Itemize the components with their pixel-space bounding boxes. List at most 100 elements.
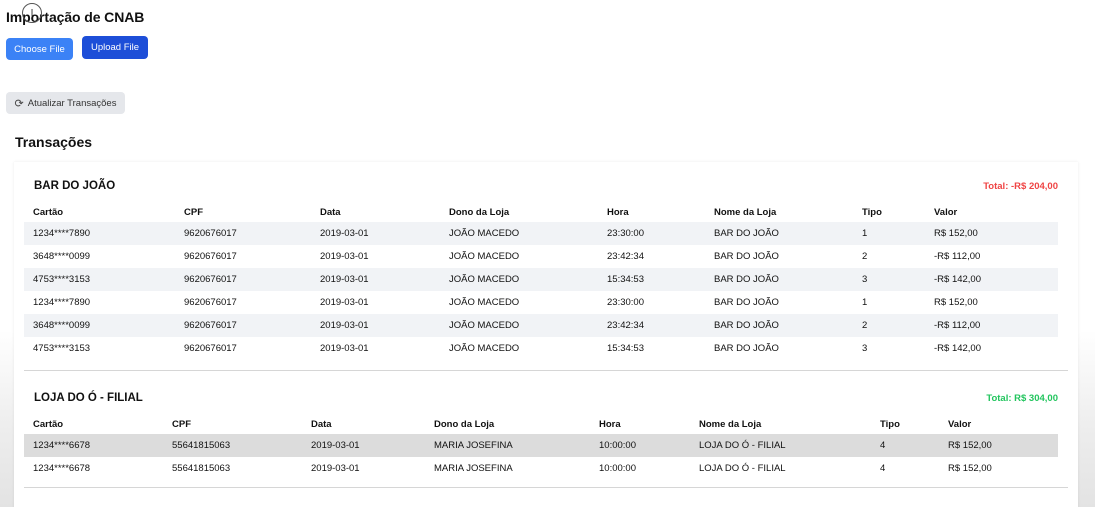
cell-value: R$ 152,00: [948, 463, 992, 474]
cell-type: 1: [862, 297, 868, 308]
cell-time: 23:42:34: [607, 251, 644, 262]
table-row: 4753****3153 9620676017 2019-03-01 JOÃO MAC…: [24, 268, 1058, 291]
refresh-label: Atualizar Transações: [27, 97, 117, 109]
cell-time: 10:00:00: [599, 463, 636, 474]
store-group: BAR DO JOÃO Total: -R$ 204,00 Cartão CPF D…: [24, 168, 1068, 371]
cell-type: 4: [880, 463, 886, 474]
cell-value: R$ 152,00: [948, 440, 992, 451]
cell-date: 2019-03-01: [320, 274, 369, 285]
cell-cpf: 55641815063: [172, 463, 231, 474]
cell-type: 4: [880, 440, 886, 451]
choose-file-button[interactable]: Choose File: [6, 38, 73, 60]
cell-owner: MARIA JOSEFINA: [434, 440, 513, 451]
cell-type: 3: [862, 274, 868, 285]
cell-store: LOJA DO Ó - FILIAL: [699, 440, 786, 451]
cell-cpf: 9620676017: [184, 228, 237, 239]
cell-time: 23:42:34: [607, 320, 644, 331]
cell-date: 2019-03-01: [311, 440, 360, 451]
text-cursor-icon: I: [22, 3, 42, 23]
cell-card: 3648****0099: [33, 251, 91, 262]
table-header-row: Cartão CPF Data Dono da Loja Hora Nome da Loj…: [24, 415, 1058, 434]
cell-cpf: 9620676017: [184, 274, 237, 285]
cell-store: BAR DO JOÃO: [714, 228, 779, 239]
cell-value: -R$ 112,00: [934, 320, 981, 331]
cell-owner: JOÃO MACEDO: [449, 274, 520, 285]
cell-time: 23:30:00: [607, 228, 644, 239]
table-body: 1234****6678 55641815063 2019-03-01 MARIA J…: [24, 434, 1058, 480]
column-header-owner: Dono da Loja: [434, 419, 495, 430]
table-row: 3648****0099 9620676017 2019-03-01 JOÃO MAC…: [24, 314, 1058, 337]
column-header-store: Nome da Loja: [714, 207, 777, 218]
store-name: BAR DO JOÃO: [34, 180, 116, 192]
cell-owner: JOÃO MACEDO: [449, 251, 520, 262]
cell-value: -R$ 142,00: [934, 343, 982, 354]
column-header-owner: Dono da Loja: [449, 207, 510, 218]
column-header-cpf: CPF: [184, 207, 203, 218]
cell-card: 4753****3153: [33, 343, 91, 354]
table-row: 1234****7890 9620676017 2019-03-01 JOÃO MAC…: [24, 222, 1058, 245]
cell-type: 3: [862, 343, 868, 354]
column-header-card: Cartão: [33, 419, 64, 430]
upload-file-button[interactable]: Upload File: [82, 36, 148, 59]
table-header-row: Cartão CPF Data Dono da Loja Hora Nome da Loj…: [24, 203, 1058, 222]
cell-time: 10:00:00: [599, 440, 636, 451]
cell-time: 23:30:00: [607, 297, 644, 308]
cell-value: -R$ 142,00: [934, 274, 982, 285]
cell-date: 2019-03-01: [320, 343, 369, 354]
cell-type: 2: [862, 251, 868, 262]
cell-store: LOJA DO Ó - FILIAL: [699, 463, 786, 474]
cell-owner: MARIA JOSEFINA: [434, 463, 513, 474]
cell-date: 2019-03-01: [320, 297, 369, 308]
column-header-value: Valor: [948, 419, 972, 430]
column-header-type: Tipo: [862, 207, 882, 218]
column-header-value: Valor: [934, 207, 958, 218]
cell-card: 1234****6678: [33, 440, 91, 451]
cell-cpf: 9620676017: [184, 320, 237, 331]
cell-cpf: 9620676017: [184, 343, 237, 354]
column-header-card: Cartão: [33, 207, 64, 218]
cell-card: 1234****7890: [33, 297, 91, 308]
store-total: Total: -R$ 204,00: [983, 181, 1058, 192]
store-group: LOJA DO Ó - FILIAL Total: R$ 304,00 Cart…: [24, 380, 1068, 488]
store-name: LOJA DO Ó - FILIAL: [34, 392, 143, 404]
column-header-time: Hora: [607, 207, 629, 218]
cell-value: -R$ 112,00: [934, 251, 981, 262]
transactions-table: Cartão CPF Data Dono da Loja Hora Nome da Loj…: [24, 415, 1058, 480]
section-title: Transações: [15, 134, 93, 150]
cell-value: R$ 152,00: [934, 228, 978, 239]
column-header-date: Data: [311, 419, 332, 430]
column-header-time: Hora: [599, 419, 621, 430]
cell-card: 1234****6678: [33, 463, 91, 474]
refresh-transactions-button[interactable]: ⟳ Atualizar Transações: [6, 92, 125, 114]
cell-owner: JOÃO MACEDO: [449, 320, 520, 331]
cell-cpf: 9620676017: [184, 297, 237, 308]
cell-store: BAR DO JOÃO: [714, 297, 779, 308]
cell-date: 2019-03-01: [311, 463, 360, 474]
cell-date: 2019-03-01: [320, 320, 369, 331]
cell-card: 1234****7890: [33, 228, 91, 239]
cell-type: 2: [862, 320, 868, 331]
cell-type: 1: [862, 228, 868, 239]
cell-owner: JOÃO MACEDO: [449, 297, 520, 308]
cell-time: 15:34:53: [607, 343, 644, 354]
cell-store: BAR DO JOÃO: [714, 320, 779, 331]
cell-cpf: 9620676017: [184, 251, 237, 262]
cell-card: 3648****0099: [33, 320, 91, 331]
table-row: 3648****0099 9620676017 2019-03-01 JOÃO MAC…: [24, 245, 1058, 268]
cell-store: BAR DO JOÃO: [714, 343, 779, 354]
column-header-cpf: CPF: [172, 419, 191, 430]
transactions-table: Cartão CPF Data Dono da Loja Hora Nome da Loj…: [24, 203, 1058, 360]
store-total: Total: R$ 304,00: [986, 393, 1058, 404]
cell-date: 2019-03-01: [320, 228, 369, 239]
cell-time: 15:34:53: [607, 274, 644, 285]
transactions-card: BAR DO JOÃO Total: -R$ 204,00 Cartão CPF D…: [14, 162, 1078, 507]
cell-owner: JOÃO MACEDO: [449, 343, 520, 354]
table-row: 1234****7890 9620676017 2019-03-01 JOÃO MAC…: [24, 291, 1058, 314]
cell-date: 2019-03-01: [320, 251, 369, 262]
cell-card: 4753****3153: [33, 274, 91, 285]
column-header-date: Data: [320, 207, 341, 218]
column-header-type: Tipo: [880, 419, 900, 430]
table-body: 1234****7890 9620676017 2019-03-01 JOÃO MAC…: [24, 222, 1058, 360]
table-row: 1234****6678 55641815063 2019-03-01 MARIA J…: [24, 457, 1058, 480]
column-header-store: Nome da Loja: [699, 419, 762, 430]
